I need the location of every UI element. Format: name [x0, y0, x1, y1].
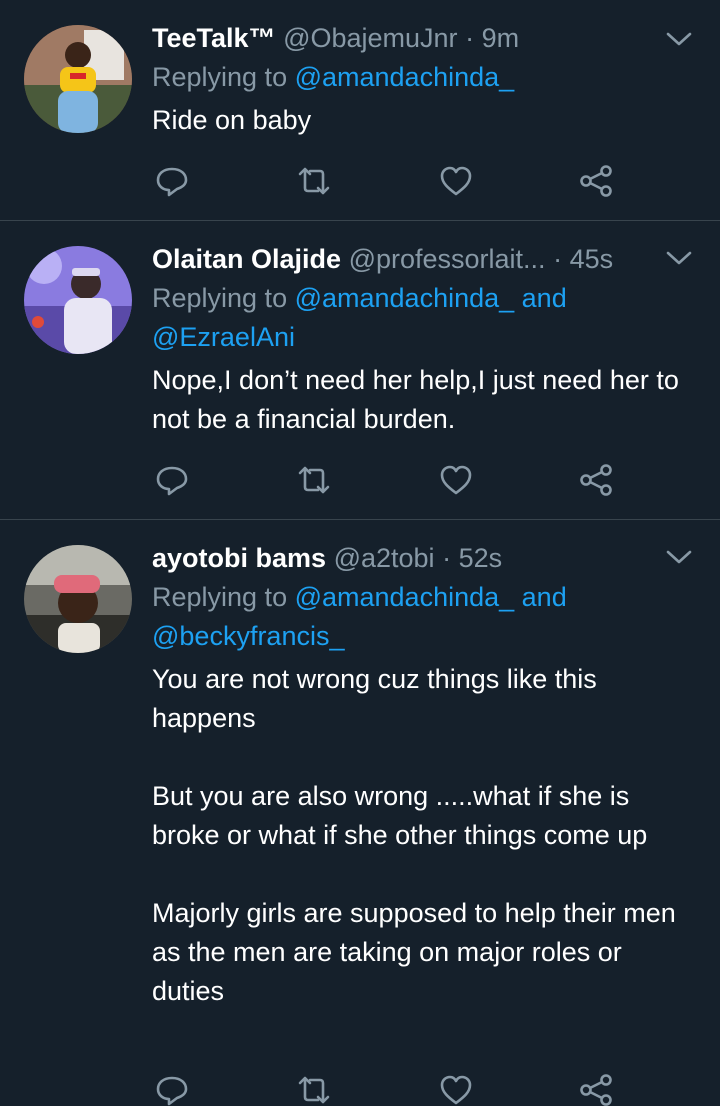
separator-dot: ·: [442, 543, 452, 573]
replying-to-label: Replying to: [152, 62, 295, 92]
tweet[interactable]: TeeTalk™ @ObajemuJnr · 9m Replying to @a…: [0, 0, 720, 220]
replying-to-label: Replying to: [152, 283, 295, 313]
tweet-actions: [152, 1070, 622, 1106]
replying-to-label: Replying to: [152, 582, 295, 612]
mention-joiner: and: [514, 582, 567, 612]
replying-to: Replying to @amandachinda_: [152, 58, 697, 97]
tweet-header: TeeTalk™ @ObajemuJnr · 9m: [152, 18, 697, 58]
retweet-icon[interactable]: [294, 161, 334, 201]
mention-link[interactable]: @amandachinda_: [295, 283, 515, 313]
avatar[interactable]: [24, 246, 132, 354]
share-icon[interactable]: [576, 161, 616, 201]
like-icon[interactable]: [436, 460, 476, 500]
tweet[interactable]: Olaitan Olajide @professorlait... · 45s …: [0, 221, 720, 519]
share-icon[interactable]: [576, 1070, 616, 1106]
like-icon[interactable]: [436, 1070, 476, 1106]
display-name[interactable]: TeeTalk™: [152, 23, 276, 53]
separator-dot: ·: [553, 244, 563, 274]
user-handle[interactable]: @professorlait...: [349, 244, 546, 274]
chevron-down-icon[interactable]: [664, 542, 694, 572]
tweet-feed: TeeTalk™ @ObajemuJnr · 9m Replying to @a…: [0, 0, 720, 1106]
user-handle[interactable]: @a2tobi: [334, 543, 435, 573]
chevron-down-icon[interactable]: [664, 24, 694, 54]
tweet-text: You are not wrong cuz things like this h…: [152, 664, 676, 1006]
reply-icon[interactable]: [152, 460, 192, 500]
tweet-text: Nope,I don’t need her help,I just need h…: [152, 365, 687, 434]
like-icon[interactable]: [436, 161, 476, 201]
tweet-actions: [152, 161, 622, 201]
mention-link[interactable]: @amandachinda_: [295, 62, 515, 92]
reply-icon[interactable]: [152, 1070, 192, 1106]
avatar[interactable]: [24, 25, 132, 133]
tweet-text: Ride on baby: [152, 105, 312, 135]
mention-link[interactable]: @amandachinda_: [295, 582, 515, 612]
display-name[interactable]: ayotobi bams: [152, 543, 326, 573]
separator-dot: ·: [465, 23, 475, 53]
timestamp[interactable]: 45s: [570, 244, 614, 274]
retweet-icon[interactable]: [294, 1070, 334, 1106]
replying-to: Replying to @amandachinda_ and @EzraelAni: [152, 279, 697, 357]
mention-joiner: and: [514, 283, 567, 313]
display-name[interactable]: Olaitan Olajide: [152, 244, 341, 274]
timestamp[interactable]: 9m: [482, 23, 520, 53]
retweet-icon[interactable]: [294, 460, 334, 500]
replying-to: Replying to @amandachinda_ and @beckyfran…: [152, 578, 697, 656]
tweet-header: ayotobi bams @a2tobi · 52s: [152, 538, 697, 578]
user-handle[interactable]: @ObajemuJnr: [283, 23, 457, 53]
mention-link[interactable]: @EzraelAni: [152, 322, 295, 352]
tweet-header: Olaitan Olajide @professorlait... · 45s: [152, 239, 697, 279]
tweet-actions: [152, 460, 622, 500]
share-icon[interactable]: [576, 460, 616, 500]
avatar[interactable]: [24, 545, 132, 653]
reply-icon[interactable]: [152, 161, 192, 201]
timestamp[interactable]: 52s: [459, 543, 503, 573]
chevron-down-icon[interactable]: [664, 243, 694, 273]
tweet[interactable]: ayotobi bams @a2tobi · 52s Replying to @…: [0, 520, 720, 1106]
mention-link[interactable]: @beckyfrancis_: [152, 621, 344, 651]
